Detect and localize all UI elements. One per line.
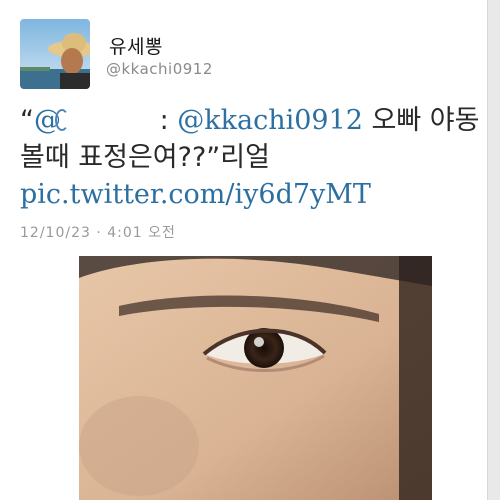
timestamp[interactable]: 12/10/23 · 4:01 오전 [20,222,176,242]
tweet-photo[interactable] [79,256,432,500]
pic-link[interactable]: pic.twitter.com/iy6d7yMT [20,179,371,210]
profile-photo-icon [20,19,90,89]
tweet-card: 유세뽕 @kkachi0912 “@ : @kkachi0912 오빠 야동볼때… [0,0,488,500]
username[interactable]: @kkachi0912 [106,60,213,78]
colon-text: : [151,105,178,136]
tweet-text: “@ : @kkachi0912 오빠 야동볼때 표정은여??”리얼 pic.t… [20,102,480,213]
eye-photo-icon [79,256,432,500]
redacted-username [55,109,69,131]
mention-link-kkachi[interactable]: @kkachi0912 [177,105,363,136]
avatar[interactable] [20,19,90,89]
open-quote: “ [20,105,34,136]
display-name[interactable]: 유세뽕 [109,32,163,59]
